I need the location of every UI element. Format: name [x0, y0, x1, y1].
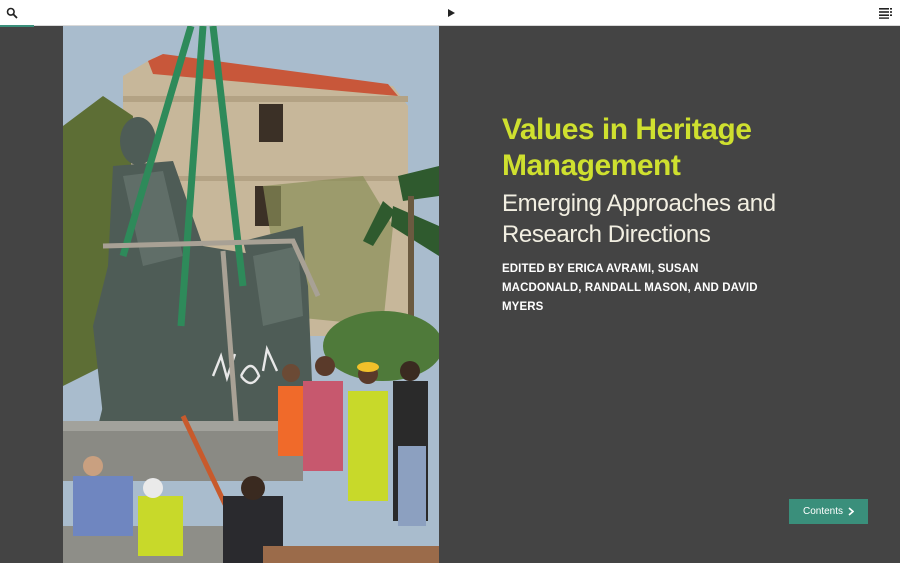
book-title-block: Values in Heritage Management Emerging A…: [502, 112, 872, 317]
book-title: Values in Heritage Management: [502, 113, 752, 182]
reading-progress-bar: [0, 25, 34, 27]
play-button[interactable]: [443, 5, 459, 21]
book-editors: EDITED BY ERICA AVRAMI, SUSAN MACDONALD,…: [502, 263, 758, 313]
table-of-contents-icon: [879, 8, 892, 19]
play-icon: [448, 9, 455, 17]
contents-button-label: Contents: [802, 506, 844, 517]
table-of-contents-button[interactable]: [878, 5, 894, 21]
statue-photo: [63, 26, 439, 563]
chevron-right-icon: [848, 507, 855, 516]
contents-button[interactable]: Contents: [789, 499, 868, 524]
top-toolbar: [0, 0, 900, 26]
book-subtitle: Emerging Approaches and Research Directi…: [502, 190, 776, 248]
search-button[interactable]: [4, 5, 20, 21]
cover-image: [63, 26, 439, 563]
search-icon: [6, 7, 18, 19]
